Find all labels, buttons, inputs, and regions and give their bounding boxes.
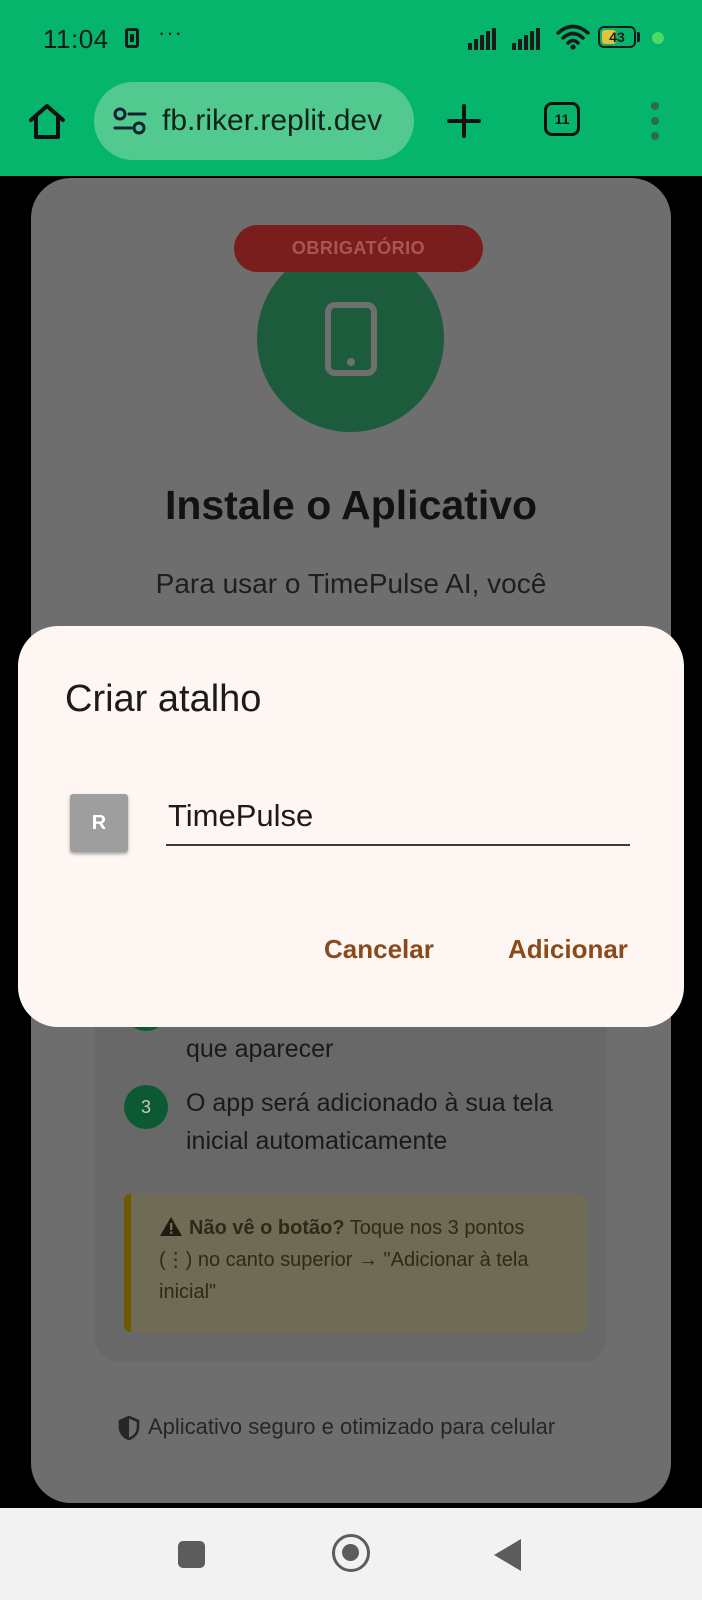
- notification-dot: [652, 32, 664, 44]
- battery-tip: [637, 32, 640, 42]
- warning-title: Não vê o botão?: [189, 1217, 345, 1239]
- home-nav-icon[interactable]: [332, 1534, 370, 1572]
- warning-box: Não vê o botão? Toque nos 3 pontos (⋮) n…: [124, 1194, 587, 1332]
- smartphone-icon: [325, 302, 377, 376]
- security-note: Aplicativo seguro e otimizado para celul…: [118, 1414, 556, 1441]
- home-icon[interactable]: [26, 100, 68, 142]
- shield-icon: [118, 1415, 140, 1441]
- mandatory-badge: OBRIGATÓRIO: [234, 225, 483, 272]
- signal-1-icon: [468, 28, 496, 50]
- wifi-icon: [556, 24, 590, 50]
- browser-header: 11:04 ··· 43 fb.riker.replit.dev 11: [0, 0, 702, 176]
- shortcut-name-input[interactable]: [166, 788, 630, 846]
- recent-apps-icon[interactable]: [178, 1541, 205, 1568]
- page-description: Para usar o TimePulse AI, você: [155, 568, 547, 599]
- sim-card-icon: [125, 28, 139, 48]
- cancel-button[interactable]: Cancelar: [324, 934, 434, 965]
- battery-icon: 43: [598, 26, 636, 48]
- security-note-text: Aplicativo seguro e otimizado para celul…: [148, 1414, 556, 1439]
- tab-count: 11: [554, 111, 570, 127]
- page-title: Instale o Aplicativo: [164, 482, 538, 528]
- step-text-3-line1: O app será adicionado à sua tela: [186, 1089, 553, 1117]
- step-number-3: 3: [124, 1085, 168, 1129]
- status-bar: 11:04 ··· 43: [0, 0, 702, 78]
- status-time: 11:04: [43, 24, 109, 54]
- signal-2-icon: [512, 28, 540, 50]
- new-tab-icon[interactable]: [446, 103, 482, 139]
- shortcut-app-icon: R: [70, 794, 128, 852]
- url-text[interactable]: fb.riker.replit.dev: [162, 104, 382, 138]
- site-settings-icon[interactable]: [112, 106, 148, 136]
- step-text-2: que aparecer: [186, 1035, 334, 1063]
- browser-menu-icon[interactable]: [648, 102, 662, 140]
- tab-switcher-button[interactable]: 11: [544, 102, 580, 136]
- create-shortcut-dialog: Criar atalho R Cancelar Adicionar: [18, 626, 684, 1027]
- app-icon-circle: [257, 245, 444, 432]
- system-nav-bar: [0, 1508, 702, 1600]
- address-bar[interactable]: fb.riker.replit.dev: [94, 82, 414, 160]
- warning-icon: [160, 1217, 182, 1236]
- back-icon[interactable]: [494, 1539, 521, 1571]
- more-notifications-icon: ···: [158, 20, 183, 45]
- battery-level: 43: [609, 29, 625, 45]
- warning-text: Não vê o botão? Toque nos 3 pontos (⋮) n…: [159, 1212, 559, 1308]
- add-button[interactable]: Adicionar: [508, 934, 628, 965]
- dialog-title: Criar atalho: [65, 678, 262, 720]
- step-text-3-line2: inicial automaticamente: [186, 1127, 448, 1155]
